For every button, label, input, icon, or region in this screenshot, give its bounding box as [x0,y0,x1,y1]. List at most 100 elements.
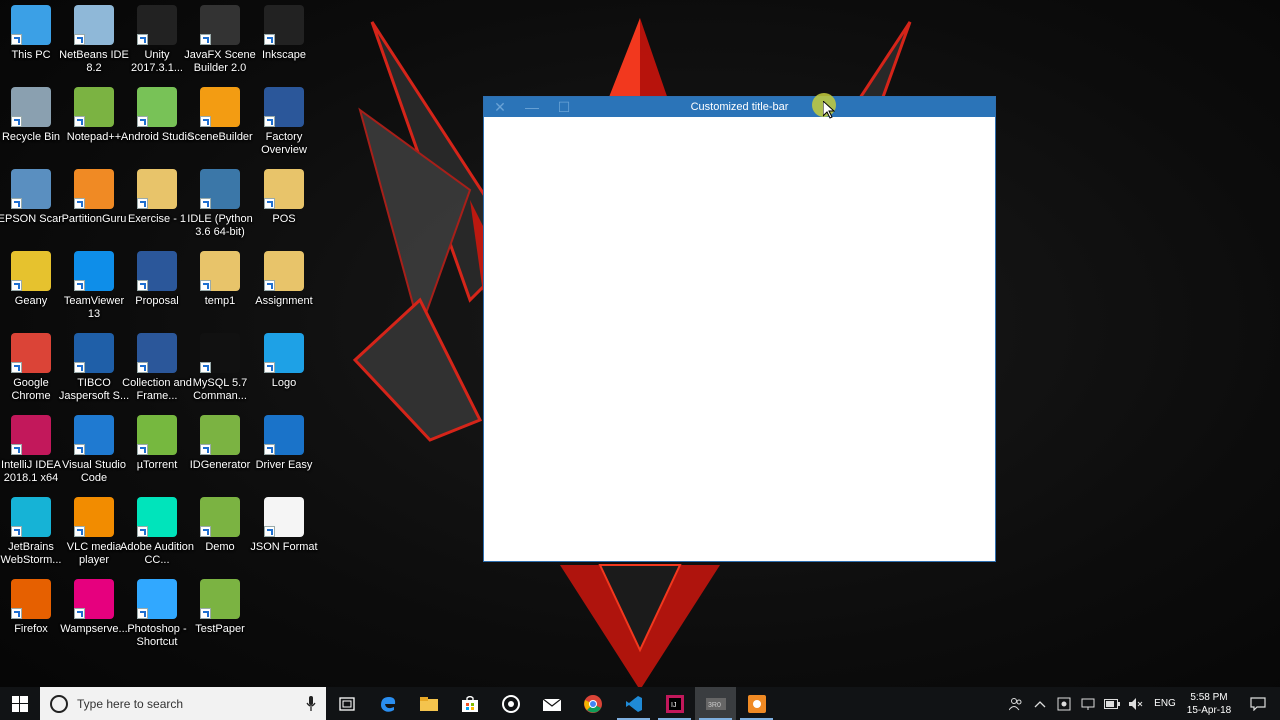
shortcut-arrow-icon [200,444,211,455]
svg-text:IJ: IJ [671,702,676,709]
capture-tray-icon[interactable] [1052,687,1076,720]
mouse-cursor-icon [823,101,835,119]
network-icon[interactable] [1076,687,1100,720]
desktop-icon[interactable]: Demo [189,497,251,554]
taskbar-groove[interactable] [490,687,531,720]
start-button[interactable] [0,687,40,720]
mysql-icon [200,333,240,373]
desktop-icon[interactable]: Visual Studio Code [62,415,126,485]
shortcut-arrow-icon [200,116,211,127]
desktop-icon-label: SceneBuilder [187,131,253,143]
shortcut-arrow-icon [200,608,211,619]
chrome-icon [583,694,602,713]
taskbar-intellij[interactable]: IJ [654,687,695,720]
desktop-icon[interactable]: Notepad++ [63,87,125,144]
windows-logo-icon [12,695,28,712]
desktop-icon[interactable]: Recycle Bin [0,87,62,144]
desktop-icon[interactable]: Inkscape [253,5,315,62]
battery-icon[interactable] [1100,687,1124,720]
desktop-icon[interactable]: Firefox [0,579,62,636]
taskbar-task-view[interactable] [326,687,367,720]
desktop-icon[interactable]: TestPaper [189,579,251,636]
shortcut-arrow-icon [137,526,148,537]
desktop-icon-label: Assignment [255,295,313,307]
shortcut-arrow-icon [11,34,22,45]
desktop-icon[interactable]: Driver Easy [253,415,315,472]
shortcut-arrow-icon [74,116,85,127]
desktop-icon[interactable]: JavaFX Scene Builder 2.0 [184,5,256,75]
folder-icon [264,251,304,291]
desktop-icon[interactable]: Adobe Audition CC... [120,497,194,567]
close-button[interactable]: ✕ [484,97,516,117]
desktop-icon[interactable]: temp1 [189,251,251,308]
desktop-icon[interactable]: IDGenerator [189,415,251,472]
search-placeholder: Type here to search [77,696,184,711]
show-hidden-icons-icon[interactable] [1028,687,1052,720]
desktop-icon[interactable]: Android Studio [121,87,193,144]
desktop-icon[interactable]: Exercise - 1 [126,169,188,226]
desktop-icon[interactable]: Factory Overview [253,87,315,157]
taskbar-mail[interactable] [531,687,572,720]
desktop-icon[interactable]: Geany [0,251,62,308]
close-icon: ✕ [494,98,506,115]
driver-easy-icon [264,415,304,455]
wampserver-icon [74,579,114,619]
desktop-icon[interactable]: Collection and Frame... [122,333,192,403]
edge-icon [380,696,395,712]
shortcut-arrow-icon [11,608,22,619]
java-jar-icon [200,415,240,455]
teamviewer-icon [74,251,114,291]
desktop-icon[interactable]: NetBeans IDE 8.2 [59,5,129,75]
groove-icon [501,694,520,713]
desktop-icon[interactable]: MySQL 5.7 Comman... [189,333,251,403]
action-center-button[interactable] [1236,687,1280,720]
taskbar-vscode[interactable] [613,687,654,720]
desktop-icon[interactable]: TeamViewer 13 [63,251,125,321]
taskbar-edge[interactable] [367,687,408,720]
people-icon[interactable] [1004,687,1028,720]
taskbar-scenebuilder[interactable] [736,687,777,720]
maximize-button[interactable]: ☐ [548,97,580,117]
minimize-icon: — [525,99,539,115]
shortcut-arrow-icon [74,444,85,455]
intellij-icon: IJ [665,694,684,713]
language-indicator[interactable]: ENG [1148,698,1182,709]
desktop-icon[interactable]: Logo [253,333,315,390]
desktop-icon[interactable]: EPSON Scan [0,169,64,226]
photoshop-icon [137,579,177,619]
desktop-icon[interactable]: IDLE (Python 3.6 64-bit) [187,169,253,239]
desktop-icon[interactable]: JSON Format [250,497,318,554]
shortcut-arrow-icon [264,116,275,127]
desktop-icon[interactable]: µTorrent [126,415,188,472]
desktop-icon[interactable]: VLC media player [63,497,125,567]
title-bar[interactable]: ✕ — ☐ Customized title-bar [484,97,995,117]
desktop-icon[interactable]: PartitionGuru [62,169,126,226]
clock[interactable]: 5:58 PM 15-Apr-18 [1182,691,1236,717]
chrome-icon [11,333,51,373]
taskbar-chrome[interactable] [572,687,613,720]
taskbar-gif-recorder[interactable]: 3R0 [695,687,736,720]
microphone-icon[interactable] [306,696,316,712]
minimize-button[interactable]: — [516,97,548,117]
desktop-icon[interactable]: Unity 2017.3.1... [126,5,188,75]
desktop-icon[interactable]: SceneBuilder [187,87,253,144]
vscode-icon [74,415,114,455]
desktop-icon[interactable]: Proposal [126,251,188,308]
desktop-icon[interactable]: Wampserve... [60,579,128,636]
desktop-icon[interactable]: Assignment [253,251,315,308]
desktop-icon[interactable]: Google Chrome [0,333,62,403]
desktop-icon[interactable]: POS [253,169,315,226]
jaspersoft-icon [74,333,114,373]
volume-muted-icon[interactable] [1124,687,1148,720]
app-window[interactable]: ✕ — ☐ Customized title-bar [483,96,996,562]
desktop-icon[interactable]: This PC [0,5,62,62]
taskbar-store[interactable] [449,687,490,720]
desktop-icon[interactable]: IntelliJ IDEA 2018.1 x64 [0,415,62,485]
desktop-icon[interactable]: JetBrains WebStorm... [0,497,62,567]
search-box[interactable]: Type here to search [40,687,326,720]
desktop-icon[interactable]: TIBCO Jaspersoft S... [59,333,129,403]
geany-icon [11,251,51,291]
desktop-icon[interactable]: Photoshop - Shortcut [126,579,188,649]
shortcut-arrow-icon [11,116,22,127]
taskbar-file-explorer[interactable] [408,687,449,720]
